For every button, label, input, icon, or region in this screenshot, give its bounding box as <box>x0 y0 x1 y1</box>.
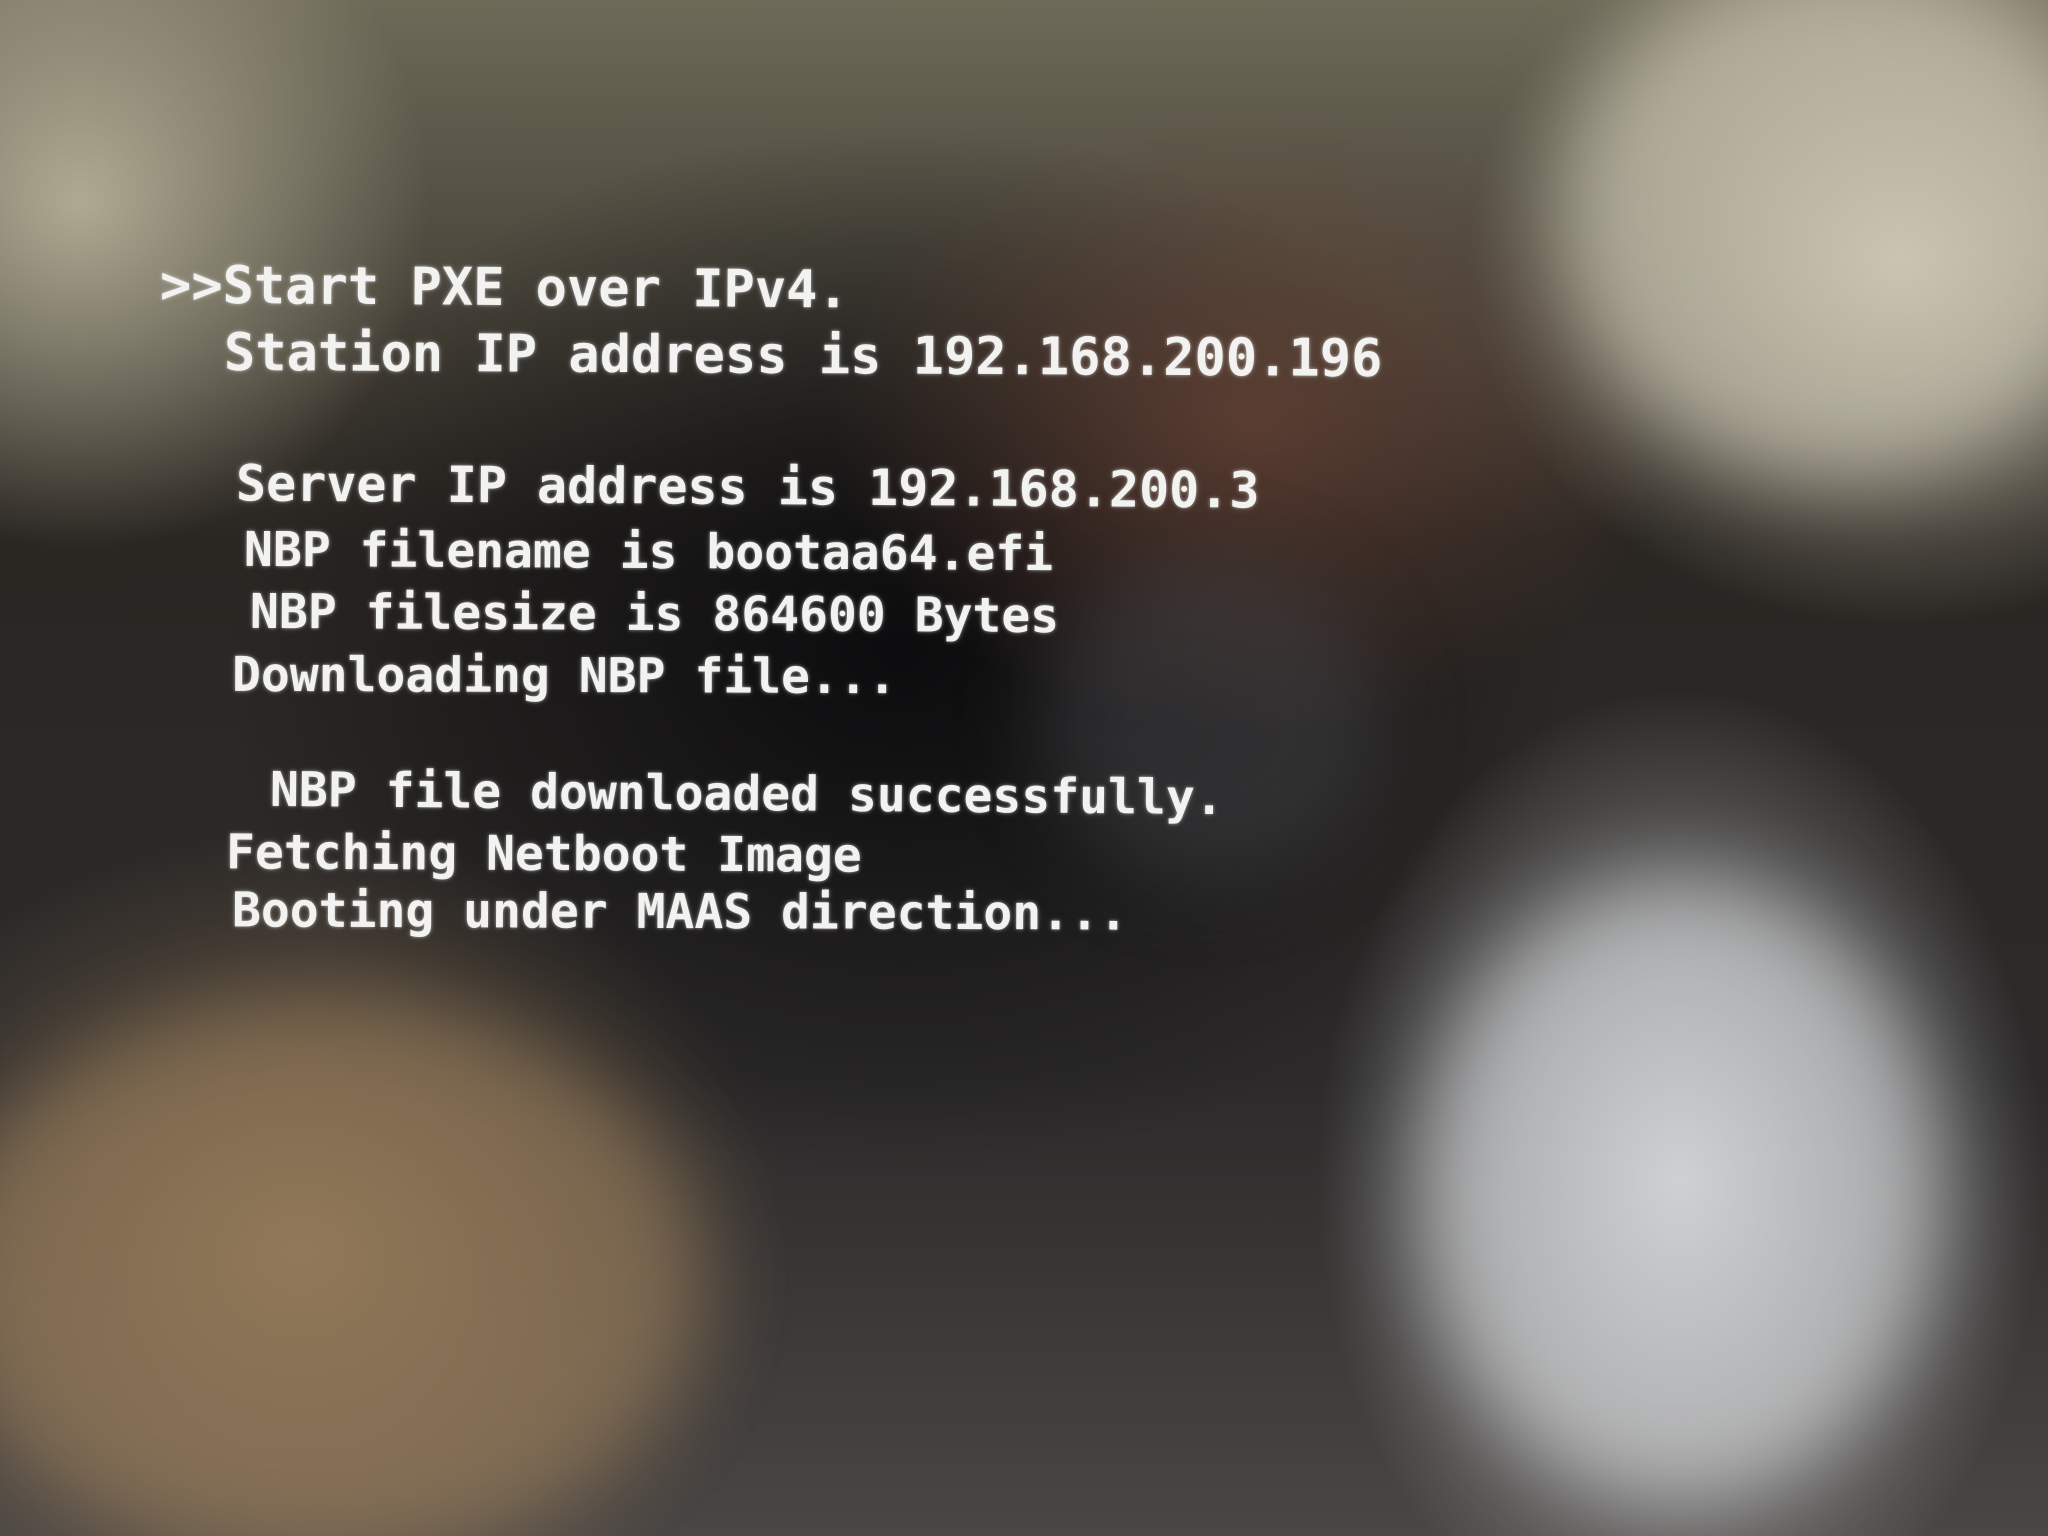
console-line-booting-maas: Booting under MAAS direction... <box>231 882 1128 942</box>
console-line-start-pxe: >>Start PXE over IPv4. <box>159 255 849 321</box>
console-line-station-ip: Station IP address is 192.168.200.196 <box>223 322 1383 390</box>
monitor-photo: >>Start PXE over IPv4. Station IP addres… <box>0 0 2048 1536</box>
console-line-server-ip: Server IP address is 192.168.200.3 <box>235 454 1260 520</box>
boot-console: >>Start PXE over IPv4. Station IP addres… <box>0 0 2048 1536</box>
console-line-download-success: NBP file downloaded successfully. <box>269 761 1224 827</box>
console-line-downloading: Downloading NBP file... <box>231 646 897 706</box>
console-line-nbp-filename: NBP filename is bootaa64.efi <box>243 521 1054 583</box>
console-line-fetching-image: Fetching Netboot Image <box>225 824 862 884</box>
console-line-nbp-filesize: NBP filesize is 864600 Bytes <box>249 583 1060 645</box>
